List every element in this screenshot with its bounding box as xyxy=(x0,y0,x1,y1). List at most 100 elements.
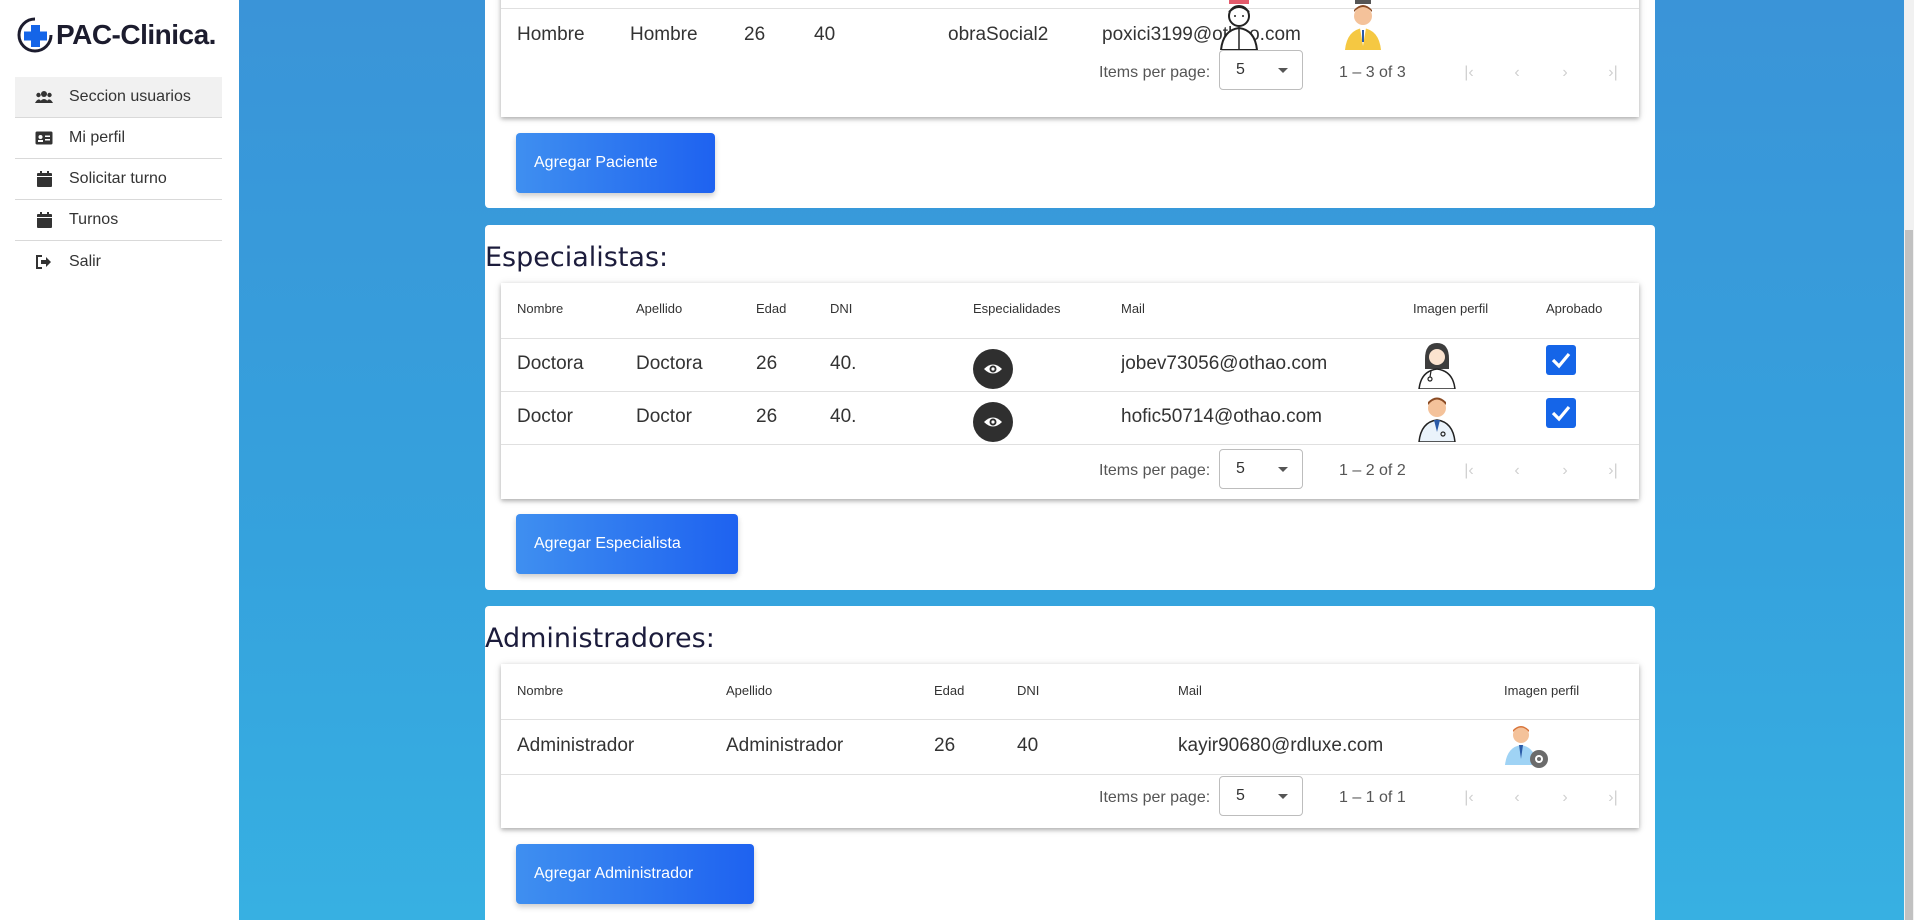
id-card-icon xyxy=(35,129,53,147)
sidebar-item-mi-perfil[interactable]: Mi perfil xyxy=(15,118,222,159)
cell-dni: 40 xyxy=(1017,735,1039,756)
section-title-especialistas: Especialistas: xyxy=(485,242,669,273)
especialistas-table: Nombre Apellido Edad DNI Especialidades … xyxy=(501,283,1639,499)
clinic-cross-logo-icon xyxy=(16,16,54,54)
chevron-down-icon xyxy=(1278,794,1288,799)
last-page-icon[interactable]: ›| xyxy=(1601,462,1625,480)
checkmark-icon xyxy=(1551,405,1571,422)
administradores-table: Nombre Apellido Edad DNI Mail Imagen per… xyxy=(501,664,1639,828)
sidebar-item-label: Salir xyxy=(69,252,102,270)
prev-page-icon[interactable]: ‹ xyxy=(1505,462,1529,480)
items-per-page-label: Items per page: xyxy=(1099,789,1211,806)
row-divider xyxy=(501,719,1639,720)
header-edad[interactable]: Edad xyxy=(934,683,964,698)
next-page-icon[interactable]: › xyxy=(1553,789,1577,807)
sidebar-item-salir[interactable]: Salir xyxy=(15,241,222,282)
cell-dni: 40... xyxy=(830,406,856,427)
header-mail[interactable]: Mail xyxy=(1178,683,1202,698)
cell-mail: kayir90680@rdluxe.com xyxy=(1178,735,1384,756)
add-paciente-button[interactable]: Agregar Paciente xyxy=(516,133,715,193)
brand[interactable]: PAC-Clinica. xyxy=(16,14,216,56)
header-especialidades[interactable]: Especialidades xyxy=(973,301,1060,316)
page-range-label: 1 – 1 of 1 xyxy=(1339,789,1406,806)
row-divider xyxy=(501,391,1639,392)
first-page-icon[interactable]: |‹ xyxy=(1457,789,1481,807)
sidebar-item-solicitar-turno[interactable]: Solicitar turno xyxy=(15,159,222,200)
aprobado-checkbox[interactable] xyxy=(1546,345,1576,375)
add-especialista-button[interactable]: Agregar Especialista xyxy=(516,514,738,574)
aprobado-checkbox[interactable] xyxy=(1546,398,1576,428)
sidebar-item-label: Mi perfil xyxy=(69,129,126,146)
calendar-icon xyxy=(35,170,53,188)
prev-page-icon[interactable]: ‹ xyxy=(1505,789,1529,807)
first-page-icon[interactable]: |‹ xyxy=(1457,462,1481,480)
brand-name: PAC-Clinica. xyxy=(56,19,216,50)
header-imagen-perfil[interactable]: Imagen perfil xyxy=(1504,683,1579,698)
especialistas-card: Especialistas: Nombre Apellido Edad DNI … xyxy=(485,225,1655,590)
header-nombre[interactable]: Nombre xyxy=(517,683,563,698)
header-apellido[interactable]: Apellido xyxy=(636,301,682,316)
cell-edad: 26 xyxy=(744,24,766,45)
next-page-icon[interactable]: › xyxy=(1553,64,1577,82)
page-size-value: 5 xyxy=(1236,460,1245,477)
checkmark-icon xyxy=(1551,352,1571,369)
cell-edad: 26 xyxy=(756,353,778,374)
row-divider xyxy=(501,338,1639,339)
cell-apellido: Administrador xyxy=(726,735,844,756)
cell-dni: 40... xyxy=(830,353,856,374)
cell-nombre: Hombre xyxy=(517,24,585,45)
header-edad[interactable]: Edad xyxy=(756,301,786,316)
view-especialidades-button[interactable] xyxy=(973,402,1013,442)
scrollbar-thumb[interactable] xyxy=(1905,230,1913,920)
header-apellido[interactable]: Apellido xyxy=(726,683,772,698)
cell-obra-social: obraSocial2 xyxy=(948,24,1049,45)
items-per-page-label: Items per page: xyxy=(1099,64,1211,81)
main-content: Hombre Hombre 26 40 obraSocial2 poxici31… xyxy=(239,0,1914,920)
header-dni[interactable]: DNI xyxy=(1017,683,1039,698)
prev-page-icon[interactable]: ‹ xyxy=(1505,64,1529,82)
chevron-down-icon xyxy=(1278,467,1288,472)
row-divider xyxy=(501,8,1639,9)
sidebar-item-label: Turnos xyxy=(69,211,119,228)
cell-edad: 26 xyxy=(756,406,778,427)
page-size-value: 5 xyxy=(1236,61,1245,78)
next-page-icon[interactable]: › xyxy=(1553,462,1577,480)
page-size-select[interactable]: 5 xyxy=(1219,776,1303,816)
page-scrollbar[interactable] xyxy=(1904,0,1914,920)
page-range-label: 1 – 3 of 3 xyxy=(1339,64,1406,81)
header-dni[interactable]: DNI xyxy=(830,301,852,316)
header-imagen-perfil[interactable]: Imagen perfil xyxy=(1413,301,1488,316)
sidebar-item-turnos[interactable]: Turnos xyxy=(15,200,222,241)
male-patient-avatar-icon xyxy=(1215,0,1263,51)
sidebar-item-seccion-usuarios[interactable]: Seccion usuarios xyxy=(15,77,222,118)
page-size-select[interactable]: 5 xyxy=(1219,449,1303,489)
users-icon xyxy=(35,88,53,106)
eye-icon xyxy=(984,417,1002,427)
sidebar-item-label: Seccion usuarios xyxy=(69,88,191,105)
view-especialidades-button[interactable] xyxy=(973,349,1013,389)
row-divider xyxy=(501,444,1639,445)
sidebar: PAC-Clinica. Seccion usuarios Mi perfil … xyxy=(0,0,239,920)
last-page-icon[interactable]: ›| xyxy=(1601,64,1625,82)
sign-out-icon xyxy=(35,253,53,271)
pacientes-table: Hombre Hombre 26 40 obraSocial2 poxici31… xyxy=(501,0,1639,117)
cell-nombre: Doctor xyxy=(517,406,573,427)
administradores-card: Administradores: Nombre Apellido Edad DN… xyxy=(485,606,1655,920)
last-page-icon[interactable]: ›| xyxy=(1601,789,1625,807)
items-per-page-label: Items per page: xyxy=(1099,462,1211,479)
header-aprobado[interactable]: Aprobado xyxy=(1546,301,1602,316)
cell-mail: hofic50714@othao.com xyxy=(1121,406,1322,427)
pacientes-card: Hombre Hombre 26 40 obraSocial2 poxici31… xyxy=(485,0,1655,208)
cell-mail: poxici3199@othao.com xyxy=(1102,24,1301,45)
cell-nombre: Administrador xyxy=(517,735,635,756)
first-page-icon[interactable]: |‹ xyxy=(1457,64,1481,82)
header-nombre[interactable]: Nombre xyxy=(517,301,563,316)
page-size-select[interactable]: 5 xyxy=(1219,50,1303,90)
admin-avatar-icon xyxy=(1503,721,1551,771)
cell-apellido: Hombre xyxy=(630,24,698,45)
sidebar-nav: Seccion usuarios Mi perfil Solicitar tur… xyxy=(15,77,222,282)
add-administrador-button[interactable]: Agregar Administrador xyxy=(516,844,754,904)
cell-edad: 26 xyxy=(934,735,956,756)
female-doctor-avatar-icon xyxy=(1413,339,1461,390)
header-mail[interactable]: Mail xyxy=(1121,301,1145,316)
